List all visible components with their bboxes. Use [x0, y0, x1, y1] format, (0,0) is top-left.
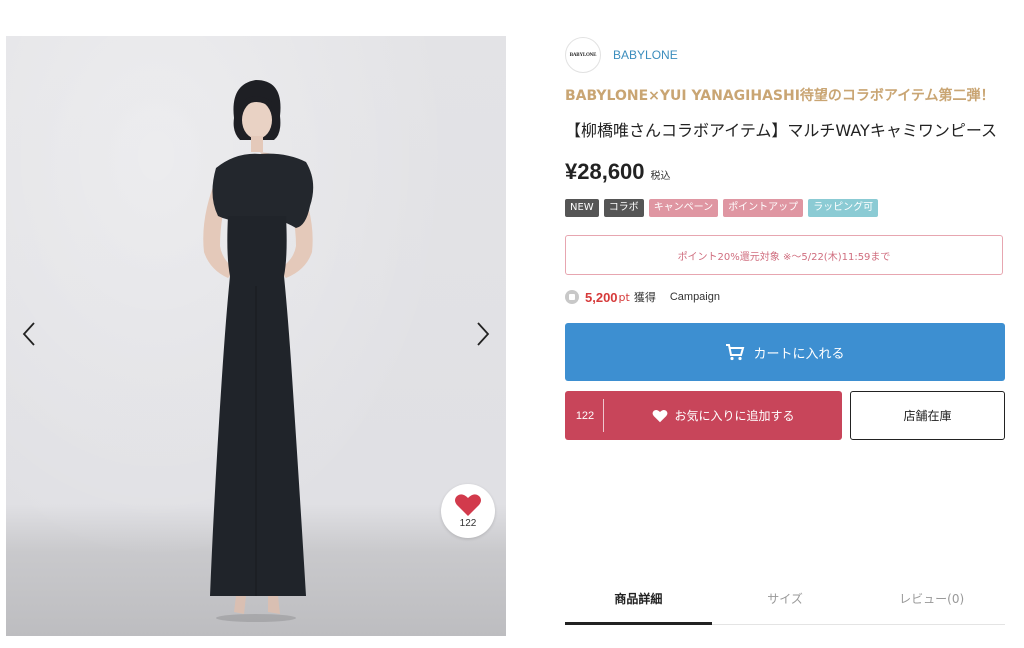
- gallery-next-button[interactable]: [468, 314, 498, 354]
- catch-copy: BABYLONE×YUI YANAGIHASHI待望のコラボアイテム第二弾！: [565, 88, 995, 104]
- earn-points-unit: pt: [618, 290, 630, 304]
- add-favorite-label: お気に入りに追加する: [674, 409, 795, 423]
- store-stock-button[interactable]: 店舗在庫: [850, 391, 1005, 440]
- earn-get-label: 獲得: [633, 291, 656, 304]
- gallery-prev-button[interactable]: [14, 314, 44, 354]
- product-image-gallery[interactable]: 122: [6, 36, 506, 636]
- chevron-right-icon: [477, 322, 490, 346]
- detail-tabs: 商品詳細 サイズ レビュー(0): [565, 572, 1005, 625]
- campaign-label: Campaign: [669, 291, 720, 303]
- secondary-actions: 122 お気に入りに追加する 店舗在庫: [565, 391, 1005, 440]
- tag-collab: コラボ: [603, 199, 644, 217]
- earn-points-value: 5,200: [585, 289, 618, 305]
- tab-reviews[interactable]: レビュー(0): [858, 572, 1005, 624]
- price-row: ¥28,600 税込: [565, 159, 1005, 185]
- favorite-count: 122: [459, 518, 477, 529]
- product-info: BABYLONE BABYLONE BABYLONE×YUI YANAGIHAS…: [565, 36, 1005, 440]
- shop-link[interactable]: BABYLONE BABYLONE: [565, 36, 1005, 74]
- point-coin-icon: [565, 290, 579, 304]
- tag-point-up: ポイントアップ: [723, 199, 804, 217]
- add-to-cart-label: カートに入れる: [753, 346, 845, 362]
- image-favorite-button[interactable]: 122: [441, 484, 495, 538]
- favorite-divider: [603, 399, 604, 432]
- product-price: ¥28,600: [565, 159, 645, 184]
- add-to-cart-button[interactable]: カートに入れる: [565, 323, 1005, 381]
- tab-size[interactable]: サイズ: [712, 572, 859, 624]
- cart-icon: [726, 344, 745, 361]
- favorite-button-count: 122: [575, 409, 595, 422]
- heart-icon: [653, 409, 668, 422]
- chevron-left-icon: [22, 322, 35, 346]
- tax-label: 税込: [650, 171, 671, 182]
- shop-name[interactable]: BABYLONE: [613, 48, 678, 62]
- point-notice: ポイント20%還元対象 ※〜5/22(木)11:59まで: [565, 235, 1003, 275]
- tab-details[interactable]: 商品詳細: [565, 572, 712, 625]
- tag-list: NEW コラボ キャンペーン ポイントアップ ラッピング可: [565, 199, 1005, 217]
- add-favorite-button[interactable]: 122 お気に入りに追加する: [565, 391, 842, 440]
- tag-new: NEW: [565, 199, 599, 217]
- tag-wrapping: ラッピング可: [808, 199, 879, 217]
- tag-campaign: キャンペーン: [648, 199, 719, 217]
- product-title: 【柳橋唯さんコラボアイテム】マルチWAYキャミワンピース: [565, 121, 998, 140]
- earn-points-row: 5,200 pt 獲得 Campaign: [565, 287, 1005, 307]
- product-photo-model: [203, 80, 314, 622]
- shop-logo: BABYLONE: [565, 37, 601, 73]
- heart-icon: [455, 494, 481, 516]
